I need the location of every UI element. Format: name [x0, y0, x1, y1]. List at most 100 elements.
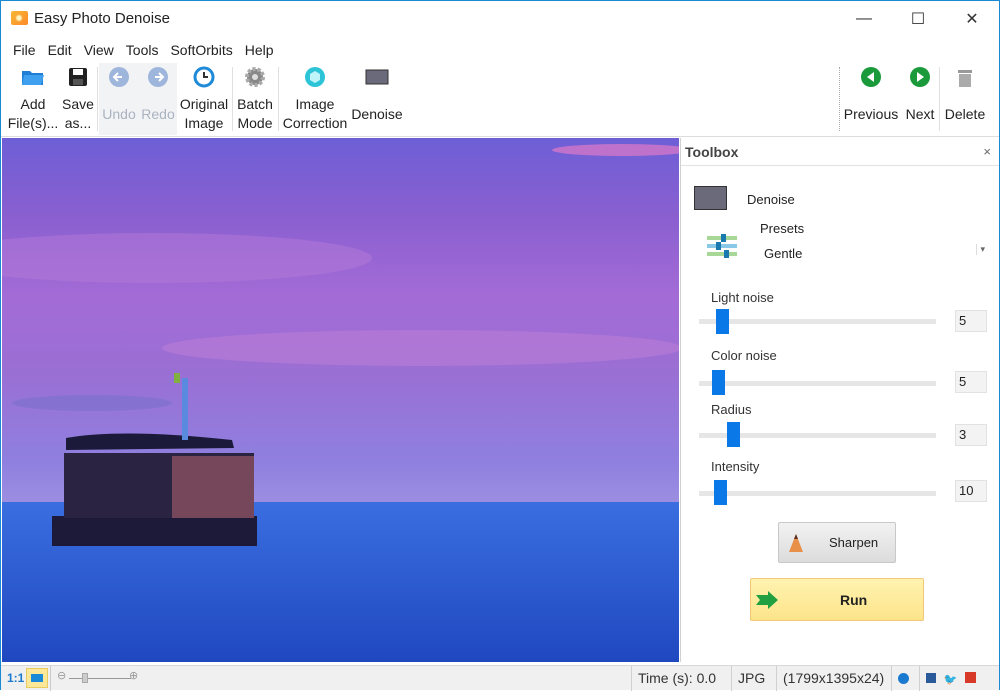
menu-tools[interactable]: Tools [126, 39, 159, 61]
save-as-label-1: Save [62, 96, 94, 112]
app-window: Easy Photo Denoise — ☐ ✕ File Edit View … [0, 0, 1000, 691]
pencil-tip-icon [789, 534, 803, 552]
radius-value[interactable]: 3 [955, 424, 987, 446]
color-noise-label: Color noise [711, 348, 777, 363]
batch-mode-button[interactable]: Batch Mode [235, 65, 275, 135]
add-files-label-2: File(s)... [7, 115, 59, 131]
toolbox-header: Toolbox × [681, 138, 999, 166]
social-links: 🐦 [919, 666, 999, 691]
original-image-label-2: Image [184, 115, 224, 131]
image-correction-label-2: Correction [282, 115, 348, 131]
maximize-icon: ☐ [910, 11, 926, 28]
zoom-in-icon[interactable]: ⊕ [129, 669, 138, 682]
menu-view[interactable]: View [84, 39, 114, 61]
aperture-icon [303, 65, 327, 89]
twitter-icon[interactable]: 🐦 [944, 668, 958, 693]
intensity-value[interactable]: 10 [955, 480, 987, 502]
toolbox-panel: Toolbox × Denoise Presets Gentle ▾ Light… [680, 138, 999, 662]
gear-icon [243, 65, 267, 89]
image-format: JPG [731, 666, 776, 691]
denoise-section-title: Denoise [747, 192, 795, 207]
menu-file[interactable]: File [13, 39, 36, 61]
radius-thumb[interactable] [727, 422, 740, 447]
previous-label: Previous [843, 106, 899, 122]
undo-label: Undo [102, 106, 136, 122]
add-files-label-1: Add [20, 96, 46, 112]
photo-canvas[interactable] [2, 138, 679, 662]
menu-edit[interactable]: Edit [48, 39, 72, 61]
save-as-button[interactable]: Save as... [61, 65, 95, 135]
original-image-button[interactable]: Original Image [178, 65, 230, 135]
run-button[interactable]: Run [750, 578, 924, 621]
zoom-thumb[interactable] [82, 673, 88, 683]
presets-label: Presets [760, 221, 805, 236]
app-logo-icon [11, 11, 28, 25]
presets-dropdown[interactable]: Gentle ▾ [760, 242, 985, 264]
denoise-tool-button[interactable]: Denoise [350, 65, 404, 135]
original-image-label-1: Original [179, 96, 229, 112]
menu-softorbits[interactable]: SoftOrbits [170, 39, 232, 61]
open-folder-icon [21, 65, 45, 89]
close-button[interactable]: ✕ [949, 1, 995, 37]
save-as-label-2: as... [64, 115, 92, 131]
green-right-arrow-icon [908, 65, 932, 89]
status-bar: 1:1 ⊖ ⊕ Time (s): 0.0 JPG (1799x1395x24)… [1, 665, 999, 691]
redo-button[interactable]: Redo [140, 65, 176, 135]
color-noise-value[interactable]: 5 [955, 371, 987, 393]
color-noise-thumb[interactable] [711, 370, 725, 395]
undo-arrow-icon [107, 65, 131, 89]
delete-button[interactable]: Delete [943, 65, 987, 135]
zoom-1to1-button[interactable]: 1:1 [7, 671, 24, 685]
light-noise-label: Light noise [711, 290, 774, 305]
presets-sliders-icon [707, 233, 737, 264]
denoise-tool-label: Denoise [351, 106, 403, 122]
redo-label: Redo [141, 106, 175, 122]
light-noise-track[interactable] [699, 319, 936, 324]
minimize-button[interactable]: — [841, 1, 887, 37]
chevron-down-icon: ▾ [976, 244, 985, 255]
info-icon [898, 673, 909, 684]
zoom-out-icon[interactable]: ⊖ [57, 669, 66, 682]
processing-time: Time (s): 0.0 [631, 666, 731, 691]
boat-photo [2, 144, 679, 662]
minimize-icon: — [856, 10, 872, 27]
next-label: Next [905, 106, 935, 122]
info-button[interactable] [891, 666, 919, 691]
menu-help[interactable]: Help [245, 39, 274, 61]
facebook-icon[interactable] [926, 673, 936, 683]
presets-selected-value: Gentle [764, 246, 803, 261]
green-run-arrow-icon [756, 591, 778, 609]
light-noise-thumb[interactable] [716, 309, 729, 334]
sharpen-button[interactable]: Sharpen [778, 522, 896, 563]
image-dimensions: (1799x1395x24) [776, 666, 891, 691]
trash-icon [953, 65, 977, 89]
undo-button[interactable]: Undo [101, 65, 137, 135]
next-button[interactable]: Next [903, 65, 937, 135]
zoom-slider[interactable]: ⊖ ⊕ [57, 669, 141, 684]
radius-label: Radius [711, 402, 752, 417]
light-noise-value[interactable]: 5 [955, 310, 987, 332]
batch-mode-label-1: Batch [237, 96, 273, 112]
youtube-icon[interactable] [965, 672, 977, 683]
denoise-icon [365, 65, 389, 89]
image-correction-button[interactable]: Image Correction [282, 65, 348, 135]
denoise-section-icon [694, 186, 727, 210]
window-title: Easy Photo Denoise [34, 10, 170, 27]
fit-screen-icon [31, 674, 43, 682]
maximize-button[interactable]: ☐ [895, 1, 941, 37]
fit-to-window-button[interactable] [26, 668, 48, 688]
batch-mode-label-2: Mode [237, 115, 273, 131]
close-icon: ✕ [965, 11, 979, 28]
toolbox-close-icon[interactable]: × [983, 144, 991, 159]
green-left-arrow-icon [859, 65, 883, 89]
previous-button[interactable]: Previous [843, 65, 899, 135]
intensity-track[interactable] [699, 491, 936, 496]
image-correction-label-1: Image [295, 96, 335, 112]
intensity-thumb[interactable] [713, 480, 727, 505]
history-clock-icon [192, 65, 216, 89]
add-files-button[interactable]: Add File(s)... [8, 65, 58, 135]
sharpen-label: Sharpen [829, 535, 879, 550]
toolbox-title: Toolbox [685, 144, 739, 160]
color-noise-track[interactable] [699, 381, 936, 386]
title-bar: Easy Photo Denoise — ☐ ✕ [1, 1, 999, 37]
